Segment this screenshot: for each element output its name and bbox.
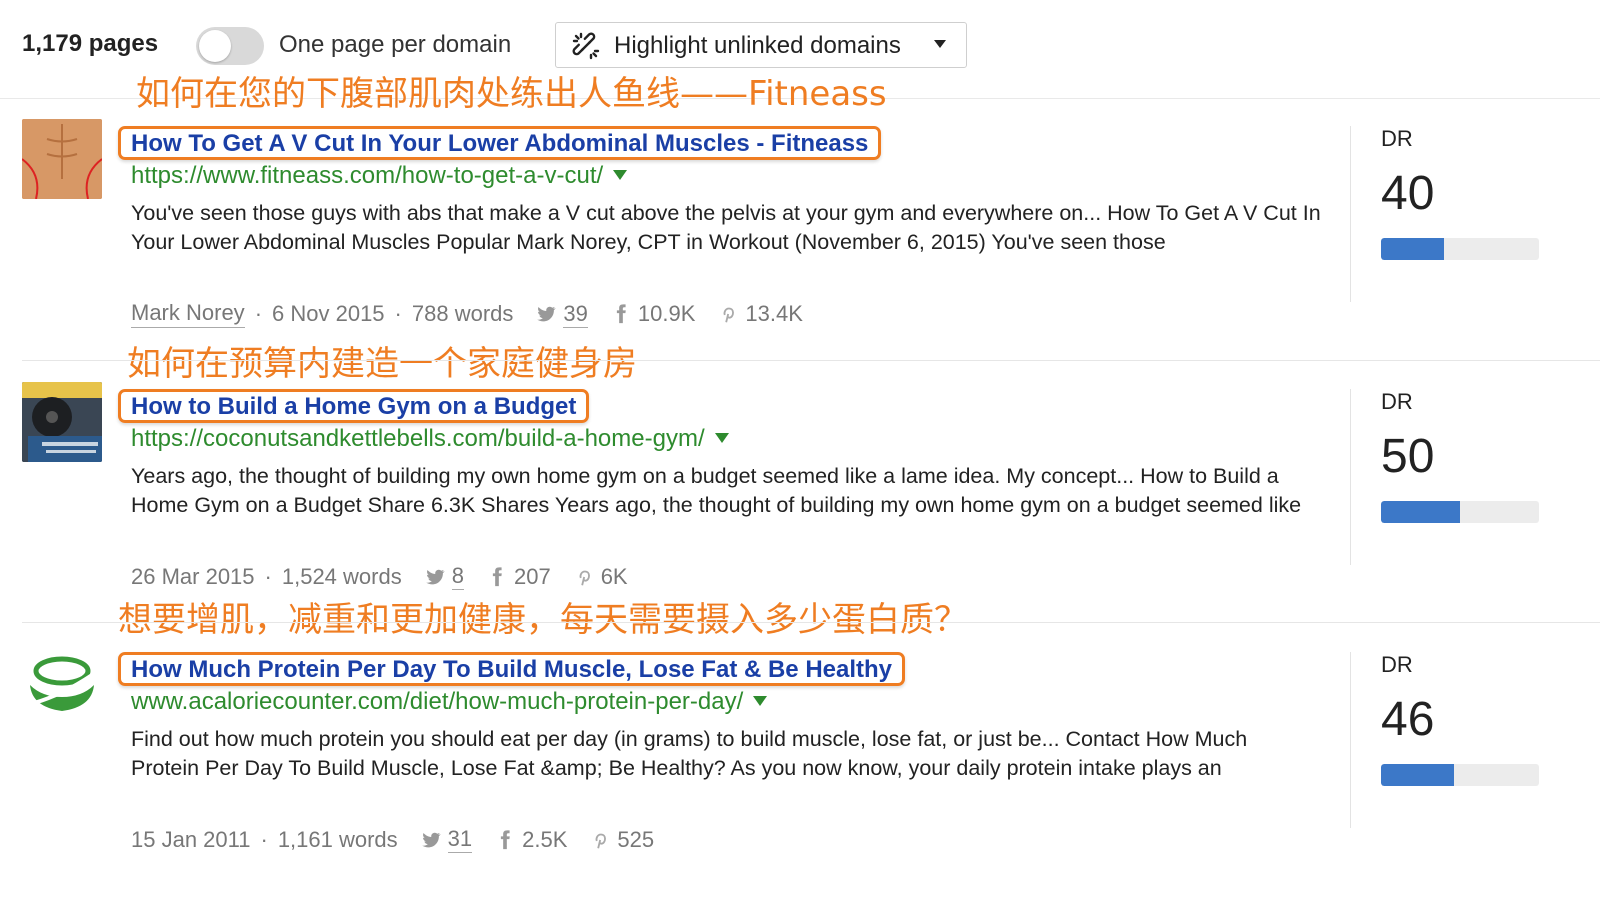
separator-dot: · bbox=[254, 301, 263, 326]
publish-date: 15 Jan 2011 bbox=[131, 826, 251, 852]
pinterest-icon bbox=[596, 833, 607, 848]
facebook-shares: 10.9K bbox=[610, 301, 696, 327]
toggle-knob bbox=[199, 30, 231, 62]
thumbnail-home-gym bbox=[22, 382, 102, 462]
dr-bar-fill bbox=[1381, 764, 1454, 786]
annotation-1: 如何在您的下腹部肌肉处练出人鱼线——Fitneass bbox=[136, 74, 887, 114]
facebook-icon bbox=[616, 304, 626, 324]
highlight-unlinked-domains-dropdown[interactable]: Highlight unlinked domains bbox=[555, 22, 967, 68]
separator-dot: · bbox=[394, 301, 402, 326]
dr-value: 50 bbox=[1381, 430, 1435, 483]
facebook-shares: 207 bbox=[486, 564, 551, 590]
result-url[interactable]: www.acaloriecounter.com/diet/how-much-pr… bbox=[131, 688, 768, 716]
pinterest-count: 13.4K bbox=[745, 301, 803, 326]
result-title-box: How To Get A V Cut In Your Lower Abdomin… bbox=[118, 126, 882, 160]
result-snippet: Years ago, the thought of building my ow… bbox=[131, 464, 1302, 517]
result-snippet: You've seen those guys with abs that mak… bbox=[131, 201, 1321, 254]
twitter-count[interactable]: 31 bbox=[447, 826, 473, 853]
divider bbox=[22, 360, 1600, 361]
twitter-count[interactable]: 39 bbox=[563, 301, 588, 328]
twitter-icon bbox=[421, 832, 441, 847]
dr-label: DR bbox=[1381, 126, 1413, 151]
result-title-box: How to Build a Home Gym on a Budget bbox=[118, 389, 590, 423]
url-text: https://coconutsandkettlebells.com/build… bbox=[131, 425, 705, 452]
dr-panel: DR 40 bbox=[1350, 126, 1600, 302]
facebook-count: 10.9K bbox=[637, 301, 696, 326]
word-count: 1,161 words bbox=[277, 826, 398, 852]
twitter-count[interactable]: 8 bbox=[451, 563, 464, 590]
url-text: https://www.fitneass.com/how-to-get-a-v-… bbox=[131, 162, 604, 189]
publish-date: 26 Mar 2015 bbox=[131, 563, 255, 589]
dr-bar bbox=[1381, 501, 1539, 523]
twitter-icon bbox=[537, 306, 557, 322]
result-meta: 26 Mar 2015 · 1,524 words 8 207 6K bbox=[131, 563, 628, 590]
result-meta: 15 Jan 2011 · 1,161 words 31 2.5K 525 bbox=[131, 826, 654, 853]
one-page-per-domain-toggle[interactable] bbox=[196, 27, 264, 65]
dr-bar bbox=[1381, 764, 1539, 786]
facebook-icon bbox=[492, 566, 502, 586]
annotation-3: 想要增肌，减重和更加健康，每天需要摄入多少蛋白质？ bbox=[118, 600, 968, 640]
toggle-label: One page per domain bbox=[279, 31, 512, 58]
divider bbox=[22, 622, 1600, 623]
dr-bar-fill bbox=[1381, 238, 1445, 260]
result-snippet: Find out how much protein you should eat… bbox=[131, 727, 1248, 780]
highlight-label: Highlight unlinked domains bbox=[614, 32, 901, 59]
facebook-count: 207 bbox=[513, 563, 551, 589]
broken-link-icon bbox=[572, 32, 600, 60]
dr-panel: DR 46 bbox=[1350, 652, 1600, 828]
word-count: 1,524 words bbox=[281, 563, 402, 589]
dr-bar bbox=[1381, 238, 1539, 260]
result-title-link[interactable]: How To Get A V Cut In Your Lower Abdomin… bbox=[131, 129, 868, 158]
pinterest-shares: 525 bbox=[589, 827, 654, 853]
dr-bar-fill bbox=[1381, 501, 1460, 523]
dr-value: 46 bbox=[1381, 693, 1435, 746]
pinterest-icon bbox=[723, 307, 735, 323]
result-title-box: How Much Protein Per Day To Build Muscle… bbox=[118, 652, 906, 686]
result-title-link[interactable]: How Much Protein Per Day To Build Muscle… bbox=[131, 655, 892, 684]
facebook-count: 2.5K bbox=[522, 826, 568, 852]
dr-label: DR bbox=[1381, 389, 1413, 414]
word-count: 788 words bbox=[411, 301, 514, 326]
result-title-link[interactable]: How to Build a Home Gym on a Budget bbox=[131, 392, 576, 421]
calorie-counter-logo-icon bbox=[30, 656, 94, 711]
pinterest-shares: 13.4K bbox=[717, 301, 803, 327]
home-gym-image-icon bbox=[22, 382, 102, 462]
dr-panel: DR 50 bbox=[1350, 389, 1600, 565]
twitter-shares: 8 bbox=[424, 563, 464, 590]
result-url[interactable]: https://www.fitneass.com/how-to-get-a-v-… bbox=[131, 162, 628, 190]
author-link[interactable]: Mark Norey bbox=[131, 300, 245, 328]
separator-dot: · bbox=[260, 826, 268, 852]
result-url[interactable]: https://coconutsandkettlebells.com/build… bbox=[131, 425, 729, 453]
twitter-icon bbox=[426, 569, 445, 584]
pinterest-count: 525 bbox=[617, 826, 655, 852]
url-dropdown-icon[interactable] bbox=[714, 432, 729, 443]
pinterest-shares: 6K bbox=[573, 564, 628, 590]
url-dropdown-icon[interactable] bbox=[753, 695, 768, 706]
twitter-shares: 31 bbox=[420, 826, 473, 853]
pinterest-icon bbox=[579, 570, 590, 585]
url-text: www.acaloriecounter.com/diet/how-much-pr… bbox=[131, 688, 744, 715]
thumbnail-abs bbox=[22, 119, 102, 199]
thumbnail-calorie-counter bbox=[22, 645, 102, 725]
url-dropdown-icon[interactable] bbox=[613, 169, 628, 180]
separator-dot: · bbox=[264, 563, 272, 589]
dr-value: 40 bbox=[1381, 167, 1435, 220]
dr-label: DR bbox=[1381, 652, 1413, 677]
facebook-shares: 2.5K bbox=[494, 827, 567, 853]
publish-date: 6 Nov 2015 bbox=[272, 301, 385, 326]
page-count: 1,179 pages bbox=[22, 30, 159, 57]
twitter-shares: 39 bbox=[535, 301, 588, 328]
abs-image-icon bbox=[22, 119, 102, 199]
result-meta: Mark Norey · 6 Nov 2015 · 788 words 39 1… bbox=[131, 300, 803, 328]
chevron-down-icon bbox=[934, 40, 946, 48]
pinterest-count: 6K bbox=[600, 563, 628, 589]
facebook-icon bbox=[501, 829, 510, 849]
